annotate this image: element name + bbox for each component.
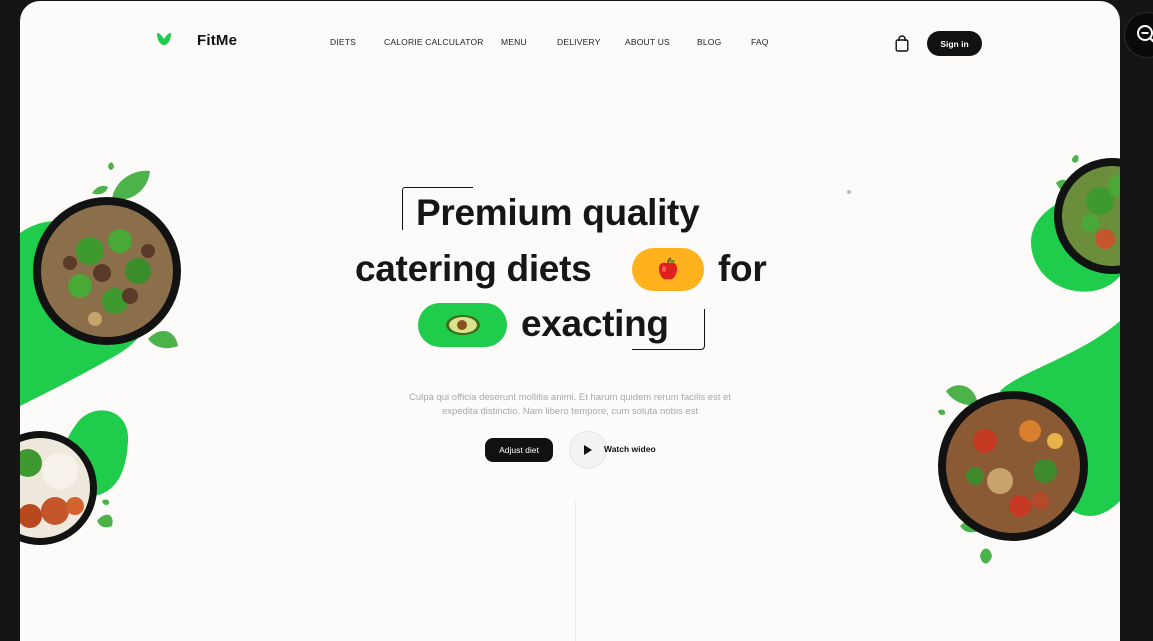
nav-item-delivery[interactable]: DELIVERY	[557, 37, 601, 47]
apple-icon	[658, 256, 678, 280]
page-frame: FitMe DIETS CALORIE CALCULATOR MENU DELI…	[20, 1, 1120, 641]
leaf	[938, 409, 946, 415]
play-icon	[584, 445, 592, 455]
hero-description: Culpa qui officia deserunt mollitia anim…	[409, 392, 731, 417]
play-video-button[interactable]	[569, 431, 607, 469]
apple-pill	[632, 248, 704, 291]
bowl-broccoli-chicken	[33, 197, 181, 345]
shopping-bag-icon[interactable]	[895, 35, 909, 52]
leaf	[980, 548, 992, 564]
nav-item-faq[interactable]: FAQ	[751, 37, 769, 47]
nav-item-diets[interactable]: DIETS	[330, 37, 356, 47]
leaf	[102, 499, 110, 505]
hero-headline-line1: Premium quality	[416, 192, 700, 233]
avocado-icon	[445, 315, 480, 335]
nav-item-blog[interactable]: BLOG	[697, 37, 721, 47]
leaf	[97, 514, 113, 528]
zoom-out-icon	[1137, 25, 1153, 43]
hero-headline-for: for	[718, 248, 767, 289]
bowl-stir-fry	[938, 391, 1088, 541]
decorative-dot	[847, 190, 851, 194]
leaf	[92, 185, 108, 195]
hero-headline-line2: catering diets	[355, 248, 592, 289]
leaf	[946, 385, 978, 406]
leaf	[148, 330, 178, 349]
leaf	[112, 170, 150, 200]
divider-line	[575, 501, 576, 641]
sign-in-button[interactable]: Sign in	[927, 31, 982, 56]
fitme-logo-icon[interactable]	[156, 32, 172, 47]
brand-name[interactable]: FitMe	[197, 32, 237, 49]
adjust-diet-button[interactable]: Adjust diet	[485, 438, 553, 462]
watch-video-label[interactable]: Watch wideo	[604, 444, 656, 454]
nav-item-about-us[interactable]: ABOUT US	[625, 37, 670, 47]
hero-headline-line3: exacting	[521, 303, 669, 344]
avocado-pill	[418, 303, 507, 347]
leaf	[108, 162, 114, 170]
nav-item-menu[interactable]: MENU	[501, 37, 527, 47]
nav-item-calorie-calculator[interactable]: CALORIE CALCULATOR	[384, 37, 484, 47]
zoom-button[interactable]	[1124, 12, 1153, 58]
leaf	[1072, 155, 1079, 163]
